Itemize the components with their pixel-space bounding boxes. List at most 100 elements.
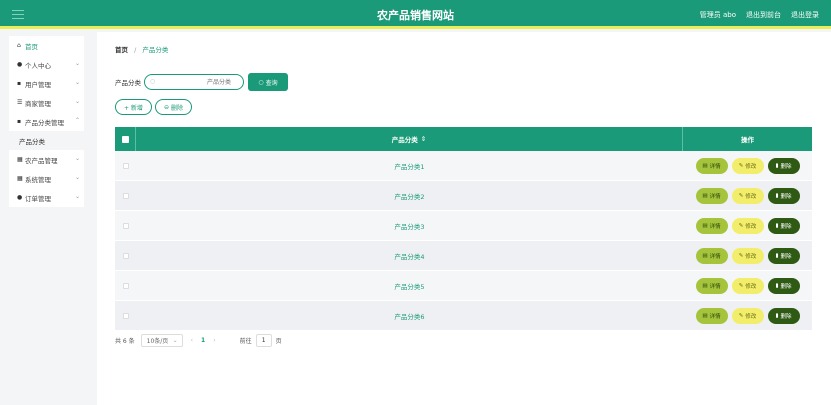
edit-icon: ✎ bbox=[738, 252, 744, 259]
sidebar-item-label: 首页 bbox=[25, 42, 38, 51]
edit-button[interactable]: ✎ 修改 bbox=[731, 187, 764, 204]
search-input[interactable] bbox=[145, 75, 243, 89]
row-checkbox[interactable] bbox=[115, 301, 136, 330]
row-actions: ▤ 详情 ✎ 修改 ▮ 删除 bbox=[683, 181, 812, 210]
batch-delete-label: 删除 bbox=[170, 104, 183, 112]
sidebar-menu: ⌂ 首页 ● 个人中心 ⌄ ▪ 用户管理 ⌄ ☰ 商家管理 ⌄ ▪ 产品分类管理… bbox=[9, 36, 84, 207]
sliders-icon: ☰ bbox=[17, 99, 23, 106]
table-row: 产品分类6 ▤ 详情 ✎ 修改 ▮ 删除 bbox=[115, 301, 812, 331]
page-size-select[interactable]: 10条/页 ⌄ bbox=[140, 334, 183, 347]
delete-button[interactable]: ▮ 删除 bbox=[767, 217, 800, 234]
detail-button[interactable]: ▤ 详情 bbox=[695, 217, 728, 234]
chevron-down-icon: ⌄ bbox=[74, 60, 80, 67]
chevron-down-icon: ⌄ bbox=[172, 337, 178, 344]
search-button-label: 查询 bbox=[265, 79, 278, 87]
sidebar-item-category-mgmt[interactable]: ▪ 产品分类管理 ⌃ bbox=[9, 112, 84, 131]
sidebar-subitem-category[interactable]: 产品分类 bbox=[9, 131, 84, 150]
detail-button[interactable]: ▤ 详情 bbox=[695, 187, 728, 204]
edit-icon: ✎ bbox=[738, 312, 744, 319]
row-checkbox[interactable] bbox=[115, 241, 136, 270]
row-actions: ▤ 详情 ✎ 修改 ▮ 删除 bbox=[683, 241, 812, 270]
sort-icon[interactable]: ⇕ bbox=[421, 135, 426, 143]
search-button[interactable]: ○ 查询 bbox=[248, 73, 288, 91]
trash-icon: ▮ bbox=[775, 192, 779, 199]
delete-button[interactable]: ▮ 删除 bbox=[767, 277, 800, 294]
breadcrumb-current: 产品分类 bbox=[142, 46, 169, 54]
search-icon: ○ bbox=[150, 78, 156, 85]
chevron-down-icon: ⌄ bbox=[74, 193, 80, 200]
search-icon: ○ bbox=[258, 78, 264, 86]
table-row: 产品分类2 ▤ 详情 ✎ 修改 ▮ 删除 bbox=[115, 181, 812, 211]
detail-icon: ▤ bbox=[702, 282, 708, 289]
delete-button[interactable]: ▮ 删除 bbox=[767, 307, 800, 324]
sidebar-item-label: 订单管理 bbox=[25, 194, 51, 203]
next-page-icon[interactable]: › bbox=[213, 337, 215, 344]
delete-button[interactable]: ▮ 删除 bbox=[767, 187, 800, 204]
sidebar-item-system[interactable]: ▦ 系统管理 ⌄ bbox=[9, 169, 84, 188]
back-to-front-link[interactable]: 退出到前台 bbox=[746, 10, 781, 20]
trash-icon: ▮ bbox=[775, 252, 779, 259]
prev-page-icon[interactable]: ‹ bbox=[191, 337, 193, 344]
detail-button[interactable]: ▤ 详情 bbox=[695, 247, 728, 264]
table-row: 产品分类4 ▤ 详情 ✎ 修改 ▮ 删除 bbox=[115, 241, 812, 271]
row-checkbox[interactable] bbox=[115, 181, 136, 210]
row-actions: ▤ 详情 ✎ 修改 ▮ 删除 bbox=[683, 271, 812, 300]
category-name-cell: 产品分类2 bbox=[394, 192, 425, 201]
sidebar-item-products[interactable]: ▦ 农产品管理 ⌄ bbox=[9, 150, 84, 169]
column-header-name[interactable]: 产品分类 ⇕ bbox=[136, 127, 683, 151]
pagination: 共 6 条 10条/页 ⌄ ‹ 1 › 前往 1 页 bbox=[115, 334, 282, 347]
header-links: 管理员 abo 退出到前台 退出登录 bbox=[700, 10, 819, 20]
batch-delete-button[interactable]: ⊖ 删除 bbox=[154, 99, 192, 115]
edit-button[interactable]: ✎ 修改 bbox=[731, 307, 764, 324]
home-icon: ⌂ bbox=[17, 42, 21, 49]
sidebar-item-label: 产品分类管理 bbox=[25, 118, 64, 127]
trash-icon: ▮ bbox=[775, 312, 779, 319]
search-field[interactable]: ○ bbox=[144, 74, 244, 90]
edit-icon: ✎ bbox=[738, 192, 744, 199]
current-page[interactable]: 1 bbox=[201, 337, 205, 344]
detail-button[interactable]: ▤ 详情 bbox=[695, 307, 728, 324]
sidebar-item-orders[interactable]: ● 订单管理 ⌄ bbox=[9, 188, 84, 207]
sidebar-item-home[interactable]: ⌂ 首页 bbox=[9, 36, 84, 55]
row-checkbox[interactable] bbox=[115, 271, 136, 300]
category-name-cell: 产品分类3 bbox=[394, 222, 425, 231]
trash-icon: ▮ bbox=[775, 282, 779, 289]
select-all-checkbox[interactable] bbox=[115, 127, 136, 151]
table-row: 产品分类5 ▤ 详情 ✎ 修改 ▮ 删除 bbox=[115, 271, 812, 301]
goto-page: 前往 1 页 bbox=[240, 334, 282, 347]
edit-icon: ✎ bbox=[738, 222, 744, 229]
clipboard-icon: ▪ bbox=[17, 118, 22, 125]
sidebar-item-merchants[interactable]: ☰ 商家管理 ⌄ bbox=[9, 93, 84, 112]
chevron-down-icon: ⌄ bbox=[74, 174, 80, 181]
action-buttons: + 新增 ⊖ 删除 bbox=[115, 99, 192, 115]
sidebar-item-personal[interactable]: ● 个人中心 ⌄ bbox=[9, 55, 84, 74]
table-row: 产品分类3 ▤ 详情 ✎ 修改 ▮ 删除 bbox=[115, 211, 812, 241]
row-checkbox[interactable] bbox=[115, 151, 136, 180]
grid-icon: ▦ bbox=[17, 156, 23, 163]
detail-button[interactable]: ▤ 详情 bbox=[695, 157, 728, 174]
edit-button[interactable]: ✎ 修改 bbox=[731, 277, 764, 294]
detail-button[interactable]: ▤ 详情 bbox=[695, 277, 728, 294]
detail-icon: ▤ bbox=[702, 222, 708, 229]
add-button[interactable]: + 新增 bbox=[115, 99, 152, 115]
top-header: 农产品销售网站 管理员 abo 退出到前台 退出登录 bbox=[0, 0, 831, 29]
breadcrumb-home[interactable]: 首页 bbox=[115, 46, 128, 54]
breadcrumb: 首页 / 产品分类 bbox=[115, 44, 168, 54]
detail-icon: ▤ bbox=[702, 192, 708, 199]
trash-icon: ⊖ bbox=[163, 103, 169, 111]
logout-link[interactable]: 退出登录 bbox=[791, 10, 819, 20]
main-content: 首页 / 产品分类 产品分类 ○ ○ 查询 + 新增 ⊖ 删除 产品分类 ⇕ 操… bbox=[97, 32, 831, 405]
sidebar: ⌂ 首页 ● 个人中心 ⌄ ▪ 用户管理 ⌄ ☰ 商家管理 ⌄ ▪ 产品分类管理… bbox=[0, 32, 97, 405]
sidebar-item-label: 商家管理 bbox=[25, 99, 51, 108]
sidebar-item-users[interactable]: ▪ 用户管理 ⌄ bbox=[9, 74, 84, 93]
delete-button[interactable]: ▮ 删除 bbox=[767, 157, 800, 174]
delete-button[interactable]: ▮ 删除 bbox=[767, 247, 800, 264]
search-label: 产品分类 bbox=[115, 79, 141, 87]
row-checkbox[interactable] bbox=[115, 211, 136, 240]
edit-button[interactable]: ✎ 修改 bbox=[731, 247, 764, 264]
goto-page-input[interactable]: 1 bbox=[255, 334, 272, 347]
row-actions: ▤ 详情 ✎ 修改 ▮ 删除 bbox=[683, 151, 812, 180]
edit-button[interactable]: ✎ 修改 bbox=[731, 157, 764, 174]
edit-button[interactable]: ✎ 修改 bbox=[731, 217, 764, 234]
trash-icon: ▮ bbox=[775, 222, 779, 229]
